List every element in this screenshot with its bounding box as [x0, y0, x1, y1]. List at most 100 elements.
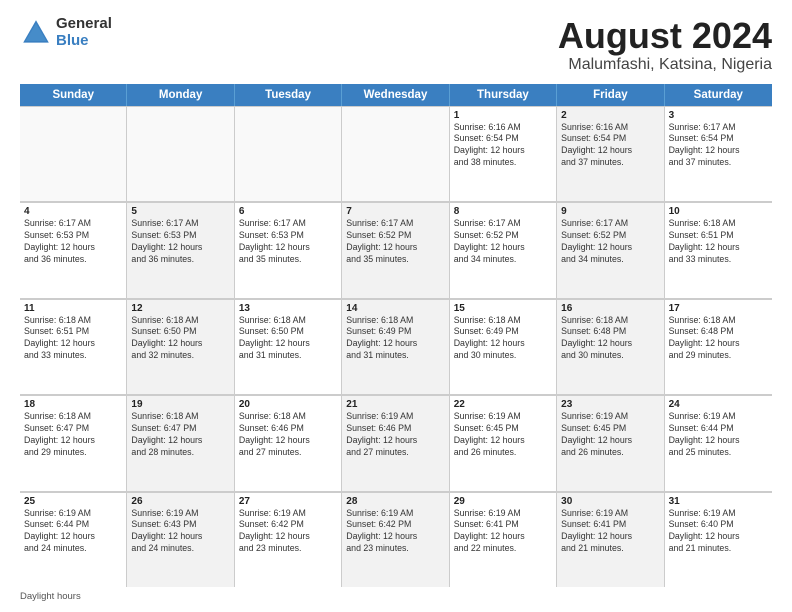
- day-info: Sunrise: 6:18 AM Sunset: 6:47 PM Dayligh…: [131, 411, 229, 459]
- cal-cell-day-26: 26Sunrise: 6:19 AM Sunset: 6:43 PM Dayli…: [127, 492, 234, 587]
- cal-cell-empty: [20, 106, 127, 201]
- day-info: Sunrise: 6:19 AM Sunset: 6:45 PM Dayligh…: [561, 411, 659, 459]
- day-number: 31: [669, 496, 768, 507]
- day-info: Sunrise: 6:19 AM Sunset: 6:42 PM Dayligh…: [346, 508, 444, 556]
- day-info: Sunrise: 6:18 AM Sunset: 6:51 PM Dayligh…: [669, 218, 768, 266]
- day-number: 1: [454, 110, 552, 121]
- day-info: Sunrise: 6:18 AM Sunset: 6:49 PM Dayligh…: [454, 315, 552, 363]
- logo-blue: Blue: [56, 33, 112, 50]
- cal-cell-day-1: 1Sunrise: 6:16 AM Sunset: 6:54 PM Daylig…: [450, 106, 557, 201]
- day-number: 3: [669, 110, 768, 121]
- cal-cell-day-24: 24Sunrise: 6:19 AM Sunset: 6:44 PM Dayli…: [665, 395, 772, 490]
- day-info: Sunrise: 6:19 AM Sunset: 6:45 PM Dayligh…: [454, 411, 552, 459]
- day-number: 30: [561, 496, 659, 507]
- day-number: 22: [454, 399, 552, 410]
- day-number: 24: [669, 399, 768, 410]
- cal-cell-day-15: 15Sunrise: 6:18 AM Sunset: 6:49 PM Dayli…: [450, 299, 557, 394]
- day-number: 23: [561, 399, 659, 410]
- day-info: Sunrise: 6:17 AM Sunset: 6:52 PM Dayligh…: [346, 218, 444, 266]
- cal-cell-day-13: 13Sunrise: 6:18 AM Sunset: 6:50 PM Dayli…: [235, 299, 342, 394]
- cal-cell-day-14: 14Sunrise: 6:18 AM Sunset: 6:49 PM Dayli…: [342, 299, 449, 394]
- cal-cell-day-7: 7Sunrise: 6:17 AM Sunset: 6:52 PM Daylig…: [342, 202, 449, 297]
- day-info: Sunrise: 6:17 AM Sunset: 6:53 PM Dayligh…: [131, 218, 229, 266]
- day-number: 15: [454, 303, 552, 314]
- cal-cell-empty: [127, 106, 234, 201]
- cal-cell-empty: [342, 106, 449, 201]
- day-number: 26: [131, 496, 229, 507]
- day-info: Sunrise: 6:18 AM Sunset: 6:47 PM Dayligh…: [24, 411, 122, 459]
- cal-header-tuesday: Tuesday: [235, 84, 342, 106]
- logo-icon: [20, 17, 52, 49]
- cal-cell-day-2: 2Sunrise: 6:16 AM Sunset: 6:54 PM Daylig…: [557, 106, 664, 201]
- day-info: Sunrise: 6:18 AM Sunset: 6:51 PM Dayligh…: [24, 315, 122, 363]
- cal-header-sunday: Sunday: [20, 84, 127, 106]
- day-number: 11: [24, 303, 122, 314]
- day-info: Sunrise: 6:17 AM Sunset: 6:54 PM Dayligh…: [669, 122, 768, 170]
- cal-cell-day-4: 4Sunrise: 6:17 AM Sunset: 6:53 PM Daylig…: [20, 202, 127, 297]
- cal-cell-day-6: 6Sunrise: 6:17 AM Sunset: 6:53 PM Daylig…: [235, 202, 342, 297]
- day-number: 14: [346, 303, 444, 314]
- day-info: Sunrise: 6:17 AM Sunset: 6:52 PM Dayligh…: [561, 218, 659, 266]
- day-number: 18: [24, 399, 122, 410]
- day-info: Sunrise: 6:16 AM Sunset: 6:54 PM Dayligh…: [454, 122, 552, 170]
- cal-header-wednesday: Wednesday: [342, 84, 449, 106]
- cal-cell-day-3: 3Sunrise: 6:17 AM Sunset: 6:54 PM Daylig…: [665, 106, 772, 201]
- day-info: Sunrise: 6:19 AM Sunset: 6:44 PM Dayligh…: [669, 411, 768, 459]
- cal-cell-day-30: 30Sunrise: 6:19 AM Sunset: 6:41 PM Dayli…: [557, 492, 664, 587]
- cal-cell-day-9: 9Sunrise: 6:17 AM Sunset: 6:52 PM Daylig…: [557, 202, 664, 297]
- page: General Blue August 2024 Malumfashi, Kat…: [0, 0, 792, 612]
- cal-cell-day-12: 12Sunrise: 6:18 AM Sunset: 6:50 PM Dayli…: [127, 299, 234, 394]
- day-info: Sunrise: 6:18 AM Sunset: 6:48 PM Dayligh…: [561, 315, 659, 363]
- cal-cell-day-16: 16Sunrise: 6:18 AM Sunset: 6:48 PM Dayli…: [557, 299, 664, 394]
- day-number: 9: [561, 206, 659, 217]
- day-number: 19: [131, 399, 229, 410]
- cal-week-2: 4 Sunrise: 6:17 AM Sunset: 6:53 PM Daylig…: [20, 202, 772, 298]
- cal-cell-day-31: 31Sunrise: 6:19 AM Sunset: 6:40 PM Dayli…: [665, 492, 772, 587]
- cal-header-monday: Monday: [127, 84, 234, 106]
- footer: Daylight hours: [20, 591, 772, 602]
- day-number: 20: [239, 399, 337, 410]
- footer-text: Daylight hours: [20, 591, 81, 602]
- cal-cell-day-29: 29Sunrise: 6:19 AM Sunset: 6:41 PM Dayli…: [450, 492, 557, 587]
- calendar: SundayMondayTuesdayWednesdayThursdayFrid…: [20, 84, 772, 587]
- day-number: 4: [24, 206, 122, 217]
- cal-header-thursday: Thursday: [450, 84, 557, 106]
- logo: General Blue: [20, 16, 112, 49]
- day-info: Sunrise: 6:16 AM Sunset: 6:54 PM Dayligh…: [561, 122, 659, 170]
- header: General Blue August 2024 Malumfashi, Kat…: [20, 16, 772, 74]
- cal-cell-day-28: 28Sunrise: 6:19 AM Sunset: 6:42 PM Dayli…: [342, 492, 449, 587]
- cal-cell-day-18: 18Sunrise: 6:18 AM Sunset: 6:47 PM Dayli…: [20, 395, 127, 490]
- cal-cell-day-11: 11Sunrise: 6:18 AM Sunset: 6:51 PM Dayli…: [20, 299, 127, 394]
- cal-week-5: 25Sunrise: 6:19 AM Sunset: 6:44 PM Dayli…: [20, 492, 772, 587]
- cal-week-1: 1Sunrise: 6:16 AM Sunset: 6:54 PM Daylig…: [20, 106, 772, 202]
- cal-cell-day-5: 5Sunrise: 6:17 AM Sunset: 6:53 PM Daylig…: [127, 202, 234, 297]
- day-number: 28: [346, 496, 444, 507]
- day-number: 21: [346, 399, 444, 410]
- day-info: Sunrise: 6:19 AM Sunset: 6:40 PM Dayligh…: [669, 508, 768, 556]
- day-number: 2: [561, 110, 659, 121]
- day-number: 12: [131, 303, 229, 314]
- day-info: Sunrise: 6:18 AM Sunset: 6:48 PM Dayligh…: [669, 315, 768, 363]
- day-number: 13: [239, 303, 337, 314]
- logo-text: General Blue: [56, 16, 112, 49]
- cal-cell-day-10: 10Sunrise: 6:18 AM Sunset: 6:51 PM Dayli…: [665, 202, 772, 297]
- day-info: Sunrise: 6:17 AM Sunset: 6:52 PM Dayligh…: [454, 218, 552, 266]
- day-number: 6: [239, 206, 337, 217]
- cal-cell-day-8: 8Sunrise: 6:17 AM Sunset: 6:52 PM Daylig…: [450, 202, 557, 297]
- day-number: 5: [131, 206, 229, 217]
- day-info: Sunrise: 6:18 AM Sunset: 6:46 PM Dayligh…: [239, 411, 337, 459]
- cal-cell-day-21: 21Sunrise: 6:19 AM Sunset: 6:46 PM Dayli…: [342, 395, 449, 490]
- cal-week-4: 18Sunrise: 6:18 AM Sunset: 6:47 PM Dayli…: [20, 395, 772, 491]
- main-title: August 2024: [558, 16, 772, 56]
- cal-cell-day-20: 20Sunrise: 6:18 AM Sunset: 6:46 PM Dayli…: [235, 395, 342, 490]
- day-info: Sunrise: 6:19 AM Sunset: 6:42 PM Dayligh…: [239, 508, 337, 556]
- day-number: 8: [454, 206, 552, 217]
- cal-week-3: 11Sunrise: 6:18 AM Sunset: 6:51 PM Dayli…: [20, 299, 772, 395]
- cal-cell-day-17: 17Sunrise: 6:18 AM Sunset: 6:48 PM Dayli…: [665, 299, 772, 394]
- day-info: Sunrise: 6:18 AM Sunset: 6:50 PM Dayligh…: [239, 315, 337, 363]
- day-number: 17: [669, 303, 768, 314]
- cal-cell-day-27: 27Sunrise: 6:19 AM Sunset: 6:42 PM Dayli…: [235, 492, 342, 587]
- day-info: Sunrise: 6:19 AM Sunset: 6:44 PM Dayligh…: [24, 508, 122, 556]
- cal-header-friday: Friday: [557, 84, 664, 106]
- day-info: Sunrise: 6:19 AM Sunset: 6:41 PM Dayligh…: [454, 508, 552, 556]
